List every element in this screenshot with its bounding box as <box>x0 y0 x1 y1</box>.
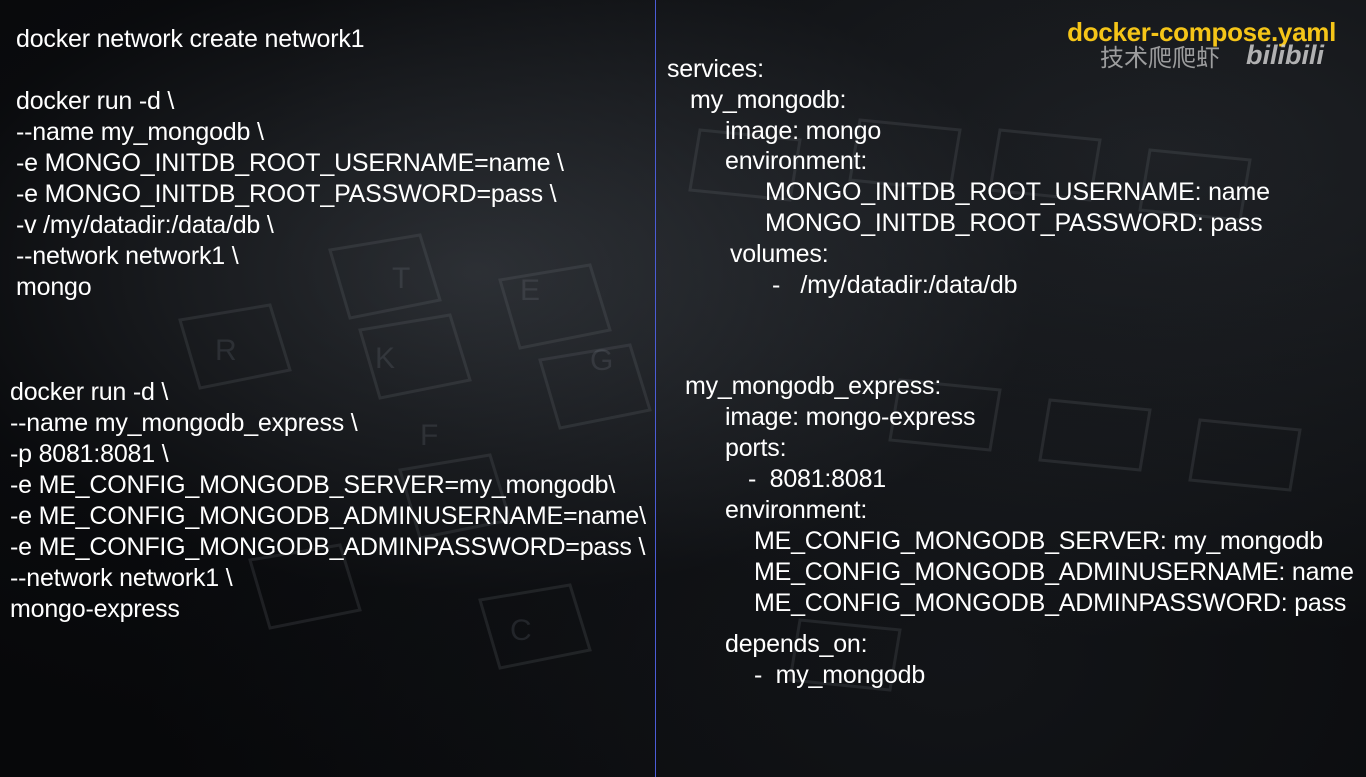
code-line: mongo <box>16 273 92 301</box>
yaml-line: volumes: <box>730 240 829 268</box>
code-line: -e ME_CONFIG_MONGODB_ADMINPASSWORD=pass … <box>10 533 646 561</box>
yaml-line: ME_CONFIG_MONGODB_ADMINPASSWORD: pass <box>754 589 1347 617</box>
yaml-line: environment: <box>725 147 868 175</box>
yaml-line: - my_mongodb <box>754 661 926 689</box>
svg-text:G: G <box>590 344 613 377</box>
yaml-line: ports: <box>725 434 787 462</box>
svg-text:F: F <box>420 419 438 452</box>
code-line: -p 8081:8081 \ <box>10 440 169 468</box>
yaml-line: ME_CONFIG_MONGODB_ADMINUSERNAME: name <box>754 558 1354 586</box>
yaml-line: image: mongo-express <box>725 403 976 431</box>
svg-text:T: T <box>392 262 410 295</box>
svg-text:E: E <box>520 274 540 307</box>
yaml-line: environment: <box>725 496 868 524</box>
code-line: -v /my/datadir:/data/db \ <box>16 211 274 239</box>
code-line: --name my_mongodb_express \ <box>10 409 358 437</box>
bilibili-logo: bilibili <box>1246 40 1324 70</box>
code-line: --name my_mongodb \ <box>16 118 264 146</box>
yaml-line: my_mongodb: <box>690 86 847 114</box>
code-line: -e ME_CONFIG_MONGODB_SERVER=my_mongodb\ <box>10 471 616 499</box>
code-line: -e ME_CONFIG_MONGODB_ADMINUSERNAME=name\ <box>10 502 646 530</box>
svg-text:C: C <box>510 614 532 647</box>
svg-text:K: K <box>375 342 395 375</box>
yaml-line: services: <box>667 55 764 83</box>
code-line: -e MONGO_INITDB_ROOT_PASSWORD=pass \ <box>16 180 557 208</box>
yaml-line: MONGO_INITDB_ROOT_PASSWORD: pass <box>765 209 1263 237</box>
code-line: docker network create network1 <box>16 25 365 53</box>
channel-watermark: 技术爬爬虾 <box>1100 45 1220 72</box>
yaml-line: depends_on: <box>725 630 868 658</box>
yaml-line: - 8081:8081 <box>748 465 886 493</box>
panel-divider <box>655 0 656 777</box>
yaml-line: ME_CONFIG_MONGODB_SERVER: my_mongodb <box>754 527 1323 555</box>
code-line: -e MONGO_INITDB_ROOT_USERNAME=name \ <box>16 149 564 177</box>
code-line: docker run -d \ <box>16 87 175 115</box>
code-line: --network network1 \ <box>16 242 239 270</box>
yaml-line: MONGO_INITDB_ROOT_USERNAME: name <box>765 178 1270 206</box>
code-line: --network network1 \ <box>10 564 233 592</box>
yaml-line: image: mongo <box>725 117 882 145</box>
code-line: docker run -d \ <box>10 378 169 406</box>
yaml-line: my_mongodb_express: <box>685 372 942 400</box>
yaml-line: - /my/datadir:/data/db <box>772 271 1018 299</box>
svg-text:R: R <box>215 334 237 367</box>
code-line: mongo-express <box>10 595 180 623</box>
